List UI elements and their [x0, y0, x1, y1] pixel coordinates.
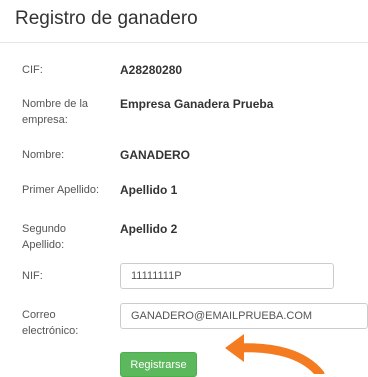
email-input[interactable]	[120, 303, 368, 329]
page-title: Registro de ganadero	[15, 8, 198, 29]
nif-label: NIF:	[22, 270, 43, 282]
first-surname-value: Apellido 1	[120, 183, 178, 197]
first-surname-label: Primer Apellido:	[22, 184, 100, 196]
email-label: Correo electrónico:	[22, 309, 79, 337]
company-name-label: Nombre de la empresa:	[22, 98, 89, 126]
second-surname-value: Apellido 2	[120, 222, 178, 236]
name-label: Nombre:	[22, 149, 65, 161]
header-divider	[0, 42, 368, 43]
second-surname-label: Segundo Apellido:	[22, 223, 67, 251]
register-button[interactable]: Registrarse	[120, 352, 197, 377]
cif-label: CIF:	[22, 64, 43, 76]
name-value: GANADERO	[120, 148, 191, 162]
curved-arrow-icon	[225, 334, 325, 374]
page-header: Registro de ganadero	[0, 0, 368, 42]
nif-input[interactable]	[120, 263, 334, 289]
cif-value: A28280280	[120, 63, 183, 77]
company-name-value: Empresa Ganadera Prueba	[120, 97, 274, 111]
